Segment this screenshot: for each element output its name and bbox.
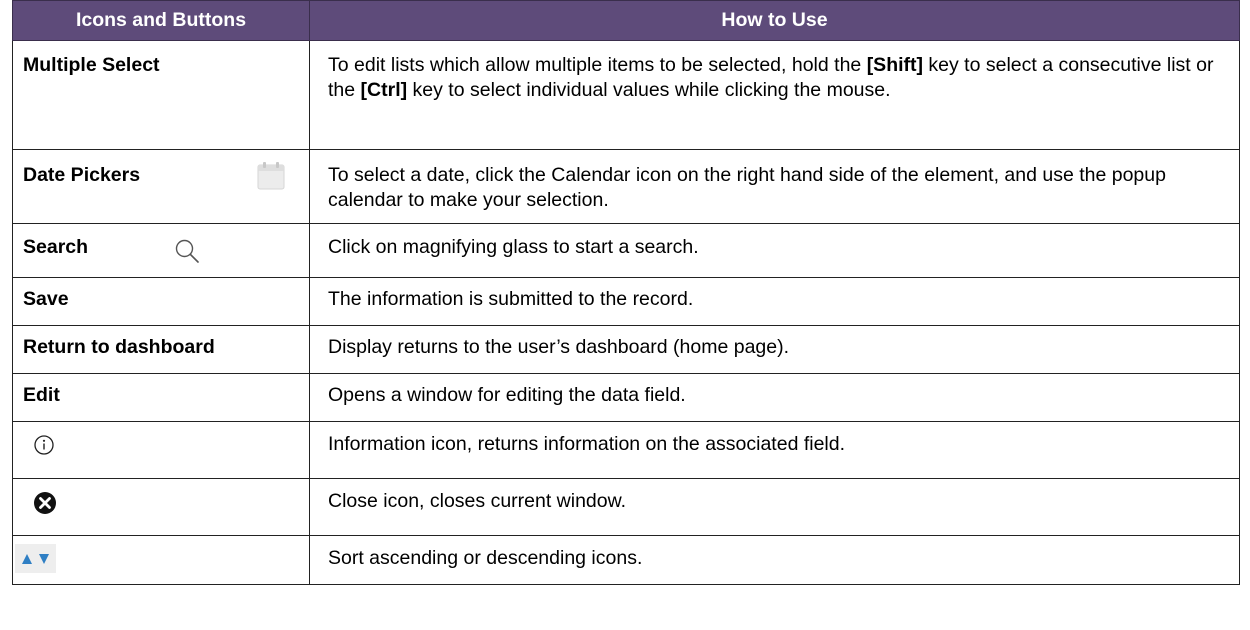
row-name-save: Save [12, 277, 310, 326]
row-desc-info: Information icon, returns information on… [309, 421, 1240, 479]
table-row: Multiple Select To edit lists which allo… [12, 40, 1240, 150]
sort-descending-icon [39, 554, 50, 564]
row-icon-cell-sort [12, 535, 310, 585]
table-row: Sort ascending or descending icons. [12, 535, 1240, 585]
row-name-edit: Edit [12, 373, 310, 422]
magnifier-icon [175, 239, 199, 263]
row-name-search: Search [12, 223, 310, 278]
table-row: Save The information is submitted to the… [12, 277, 1240, 326]
row-label: Search [23, 236, 89, 258]
row-desc-sort: Sort ascending or descending icons. [309, 535, 1240, 585]
row-desc-search: Click on magnifying glass to start a sea… [309, 223, 1240, 278]
row-desc-edit: Opens a window for editing the data fiel… [309, 373, 1240, 422]
sort-ascending-icon [22, 554, 32, 564]
row-name-return-to-dashboard: Return to dashboard [12, 325, 310, 374]
table-row: Date Pickers To select a date, click the… [12, 149, 1240, 224]
table-row: Information icon, returns information on… [12, 421, 1240, 479]
table-row: Return to dashboard Display returns to t… [12, 325, 1240, 374]
icons-help-table: Icons and Buttons How to Use Multiple Se… [12, 0, 1240, 585]
row-desc-return-to-dashboard: Display returns to the user’s dashboard … [309, 325, 1240, 374]
sort-arrows-icon [15, 544, 57, 573]
row-label: Date Pickers [23, 164, 141, 186]
table-row: Search Click on magnifying glass to star… [12, 223, 1240, 278]
table-row: Edit Opens a window for editing the data… [12, 373, 1240, 422]
desc-text: To edit lists which allow multiple items… [328, 54, 867, 76]
desc-text: key to select individual values while cl… [407, 79, 891, 101]
col-header-how-to-use: How to Use [309, 0, 1240, 41]
col-header-icons-buttons: Icons and Buttons [12, 0, 310, 41]
info-icon [34, 435, 54, 455]
row-desc-multiple-select: To edit lists which allow multiple items… [309, 40, 1240, 150]
table-row: Close icon, closes current window. [12, 478, 1240, 536]
close-icon [34, 492, 56, 514]
row-desc-close: Close icon, closes current window. [309, 478, 1240, 536]
row-desc-save: The information is submitted to the reco… [309, 277, 1240, 326]
row-icon-cell-close [12, 478, 310, 536]
table-header-row: Icons and Buttons How to Use [12, 0, 1240, 41]
calendar-icon [257, 162, 285, 190]
row-name-date-pickers: Date Pickers [12, 149, 310, 224]
ctrl-key-label: [Ctrl] [360, 79, 408, 101]
shift-key-label: [Shift] [866, 54, 923, 76]
row-icon-cell-info [12, 421, 310, 479]
row-desc-date-pickers: To select a date, click the Calendar ico… [309, 149, 1240, 224]
row-name-multiple-select: Multiple Select [12, 40, 310, 150]
